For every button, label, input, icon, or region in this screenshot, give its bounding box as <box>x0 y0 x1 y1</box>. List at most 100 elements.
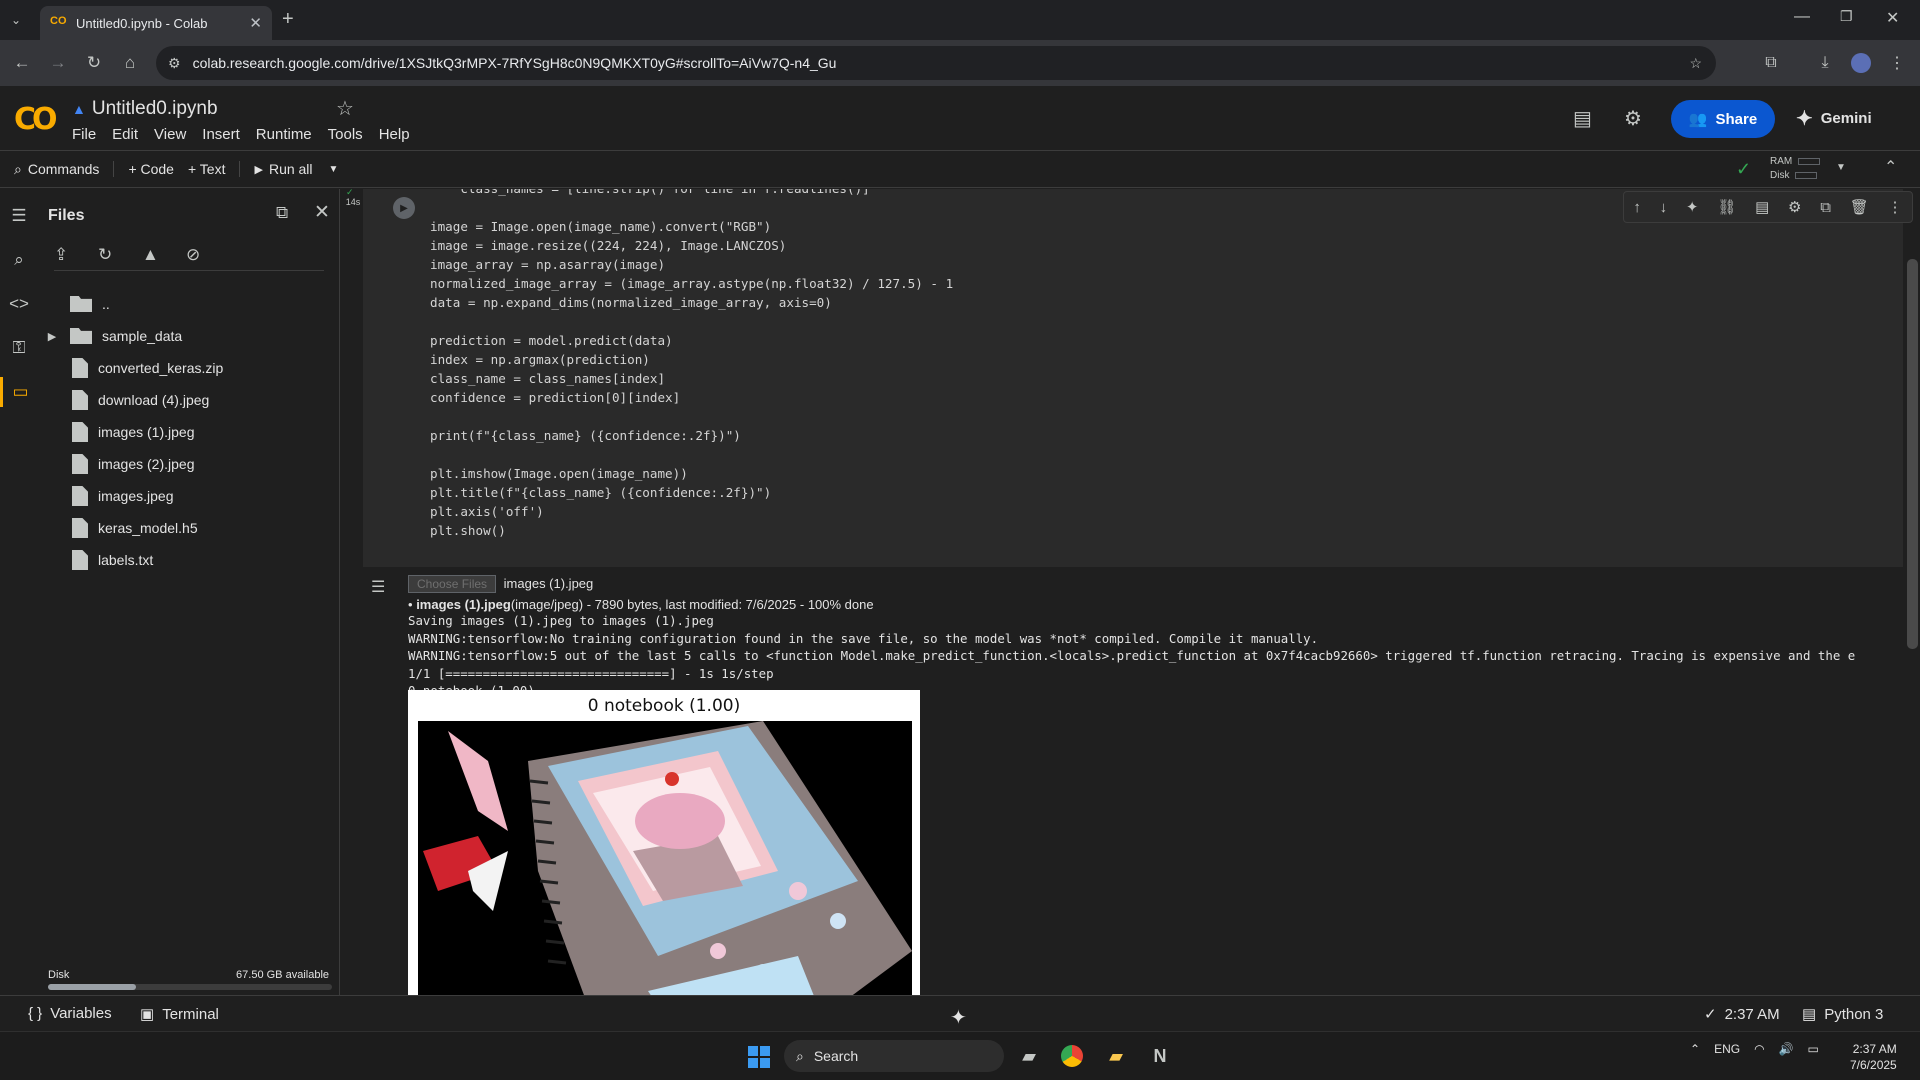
downloads-icon[interactable]: ⤓ <box>1812 50 1838 76</box>
open-in-window-icon[interactable]: ⧉ <box>276 203 288 223</box>
file-explorer-icon[interactable]: ▰ <box>1102 1042 1130 1070</box>
new-tab-icon[interactable]: + <box>282 8 294 31</box>
files-folder-icon[interactable]: ▭ <box>0 377 38 407</box>
mirror-cell-icon[interactable]: ⧉ <box>1820 199 1831 216</box>
commands-button[interactable]: ⌕ Commands <box>14 161 99 178</box>
bookmark-star-icon[interactable]: ☆ <box>1689 55 1702 72</box>
browser-tab[interactable]: CO Untitled0.ipynb - Colab ✕ <box>40 6 272 40</box>
menu-insert[interactable]: Insert <box>202 126 240 143</box>
close-window-icon[interactable]: ✕ <box>1886 8 1899 28</box>
file-tree-item[interactable]: download (4).jpeg <box>38 384 338 416</box>
show-hidden-icons-icon[interactable]: ⌃ <box>1690 1042 1700 1056</box>
url-text: colab.research.google.com/drive/1XSJtkQ3… <box>192 55 837 71</box>
chrome-icon[interactable] <box>1058 1042 1086 1070</box>
battery-icon[interactable]: ▭ <box>1808 1042 1819 1056</box>
collapse-header-icon[interactable]: ⌃ <box>1884 157 1897 177</box>
close-panel-icon[interactable]: ✕ <box>314 201 330 224</box>
notebook-title[interactable]: ▲ Untitled0.ipynb <box>72 98 218 120</box>
reload-icon[interactable]: ↻ <box>80 49 108 77</box>
restore-icon[interactable]: ❐ <box>1840 8 1853 25</box>
back-icon[interactable]: ← <box>8 49 36 77</box>
gemini-cell-icon[interactable]: ✦ <box>1686 198 1699 216</box>
gemini-button[interactable]: ✦ Gemini <box>1796 106 1872 131</box>
execution-status[interactable]: ✓ 2:37 AM <box>1704 1005 1780 1024</box>
menu-help[interactable]: Help <box>379 126 410 143</box>
run-cell-button[interactable]: ▶ <box>393 197 415 219</box>
terminal-button[interactable]: ▣ Terminal <box>140 1005 219 1024</box>
file-tree-parent[interactable]: .. <box>38 288 338 320</box>
runtime-dropdown-icon[interactable]: ▼ <box>1836 162 1846 173</box>
address-bar[interactable]: ⚙ colab.research.google.com/drive/1XSJtk… <box>156 46 1716 80</box>
menu-tools[interactable]: Tools <box>328 126 363 143</box>
home-icon[interactable]: ⌂ <box>116 49 144 77</box>
code-editor[interactable]: class_names = [line.strip() for line in … <box>430 189 953 540</box>
code-cell[interactable]: ▶ class_names = [line.strip() for line i… <box>363 189 1913 567</box>
star-notebook-icon[interactable]: ☆ <box>336 96 354 121</box>
resource-monitor[interactable]: RAM Disk <box>1770 155 1821 183</box>
menu-file[interactable]: File <box>72 126 96 143</box>
choose-files-button[interactable]: Choose Files <box>408 575 497 593</box>
menu-runtime[interactable]: Runtime <box>256 126 312 143</box>
plot-title: 0 notebook (1.00) <box>587 696 741 716</box>
output-line: WARNING:tensorflow:No training configura… <box>408 630 1319 646</box>
secrets-key-icon[interactable]: ⚿ <box>0 333 38 363</box>
toc-icon[interactable]: ☰ <box>0 201 38 231</box>
file-tree-item[interactable]: images (2).jpeg <box>38 448 338 480</box>
taskbar-search[interactable]: ⌕ Search <box>784 1040 1004 1072</box>
notebook-title-text[interactable]: Untitled0.ipynb <box>92 98 218 120</box>
move-up-icon[interactable]: ↑ <box>1633 199 1641 216</box>
forward-icon[interactable]: → <box>44 49 72 77</box>
colab-logo[interactable]: CO <box>14 102 57 137</box>
share-button[interactable]: 👥 Share <box>1671 100 1775 138</box>
task-view-icon[interactable]: ▰ <box>1015 1042 1043 1070</box>
runtime-type[interactable]: ▤ Python 3 <box>1802 1005 1883 1024</box>
vertical-scrollbar[interactable] <box>1907 259 1918 649</box>
profile-avatar[interactable] <box>1848 50 1874 76</box>
expand-arrow-icon[interactable]: ▶ <box>42 330 62 343</box>
run-all-button[interactable]: ▶ Run all ▼ <box>239 161 338 177</box>
delete-icon[interactable]: 🗑 <box>1850 198 1869 216</box>
add-code-button[interactable]: + Code <box>113 161 174 177</box>
comment-icon[interactable]: ▤ <box>1755 198 1769 216</box>
site-info-icon[interactable]: ⚙ <box>168 55 181 72</box>
browser-menu-icon[interactable]: ⋮ <box>1884 50 1910 76</box>
variables-button[interactable]: { } Variables <box>28 1005 112 1022</box>
wifi-icon[interactable]: ◠ <box>1754 1042 1764 1056</box>
file-tree-item[interactable]: images (1).jpeg <box>38 416 338 448</box>
settings-gear-icon[interactable]: ⚙ <box>1624 106 1642 131</box>
gemini-status-icon[interactable]: ✦ <box>950 1005 967 1030</box>
file-tree-item[interactable]: converted_keras.zip <box>38 352 338 384</box>
minimize-icon[interactable]: — <box>1794 8 1810 26</box>
mount-drive-icon[interactable]: ▲ <box>142 245 159 265</box>
cell-settings-icon[interactable]: ⚙ <box>1788 198 1801 216</box>
file-tree-item[interactable]: keras_model.h5 <box>38 512 338 544</box>
find-icon[interactable]: ⌕ <box>0 245 38 275</box>
add-text-label: + Text <box>187 161 226 177</box>
refresh-icon[interactable]: ↻ <box>98 245 112 265</box>
file-tree-item[interactable]: labels.txt <box>38 544 338 576</box>
upload-file-icon[interactable]: ⇪ <box>54 245 68 265</box>
add-text-button[interactable]: + Text <box>188 161 226 177</box>
close-tab-icon[interactable]: ✕ <box>249 14 262 32</box>
code-snippets-icon[interactable]: <> <box>0 289 38 319</box>
taskbar-clock[interactable]: 2:37 AM 7/6/2025 <box>1850 1041 1897 1073</box>
notion-app-icon[interactable]: N <box>1146 1042 1174 1070</box>
chevron-down-icon[interactable]: ▼ <box>329 164 339 175</box>
menu-view[interactable]: View <box>154 126 186 143</box>
files-panel: Files ⧉ ✕ ⇪ ↻ ▲ ⊘ .. ▶ sample_data conver… <box>38 189 340 995</box>
move-down-icon[interactable]: ↓ <box>1660 199 1668 216</box>
file-tree-folder[interactable]: ▶ sample_data <box>38 320 338 352</box>
windows-start-icon[interactable] <box>748 1046 770 1068</box>
menu-edit[interactable]: Edit <box>112 126 138 143</box>
comments-icon[interactable]: ▤ <box>1573 106 1592 131</box>
tab-search-icon[interactable]: ⌄ <box>2 6 30 34</box>
output-actions-icon[interactable]: ☰ <box>371 577 385 597</box>
volume-icon[interactable]: 🔊 <box>1779 1042 1794 1056</box>
file-tree-item[interactable]: images.jpeg <box>38 480 338 512</box>
extensions-icon[interactable]: ⧉ <box>1758 50 1784 76</box>
link-icon[interactable]: ⛓ <box>1717 198 1736 216</box>
hide-files-icon[interactable]: ⊘ <box>186 245 200 265</box>
terminal-label: Terminal <box>162 1005 219 1023</box>
language-indicator[interactable]: ENG <box>1714 1042 1740 1056</box>
more-icon[interactable]: ⋮ <box>1888 198 1903 216</box>
